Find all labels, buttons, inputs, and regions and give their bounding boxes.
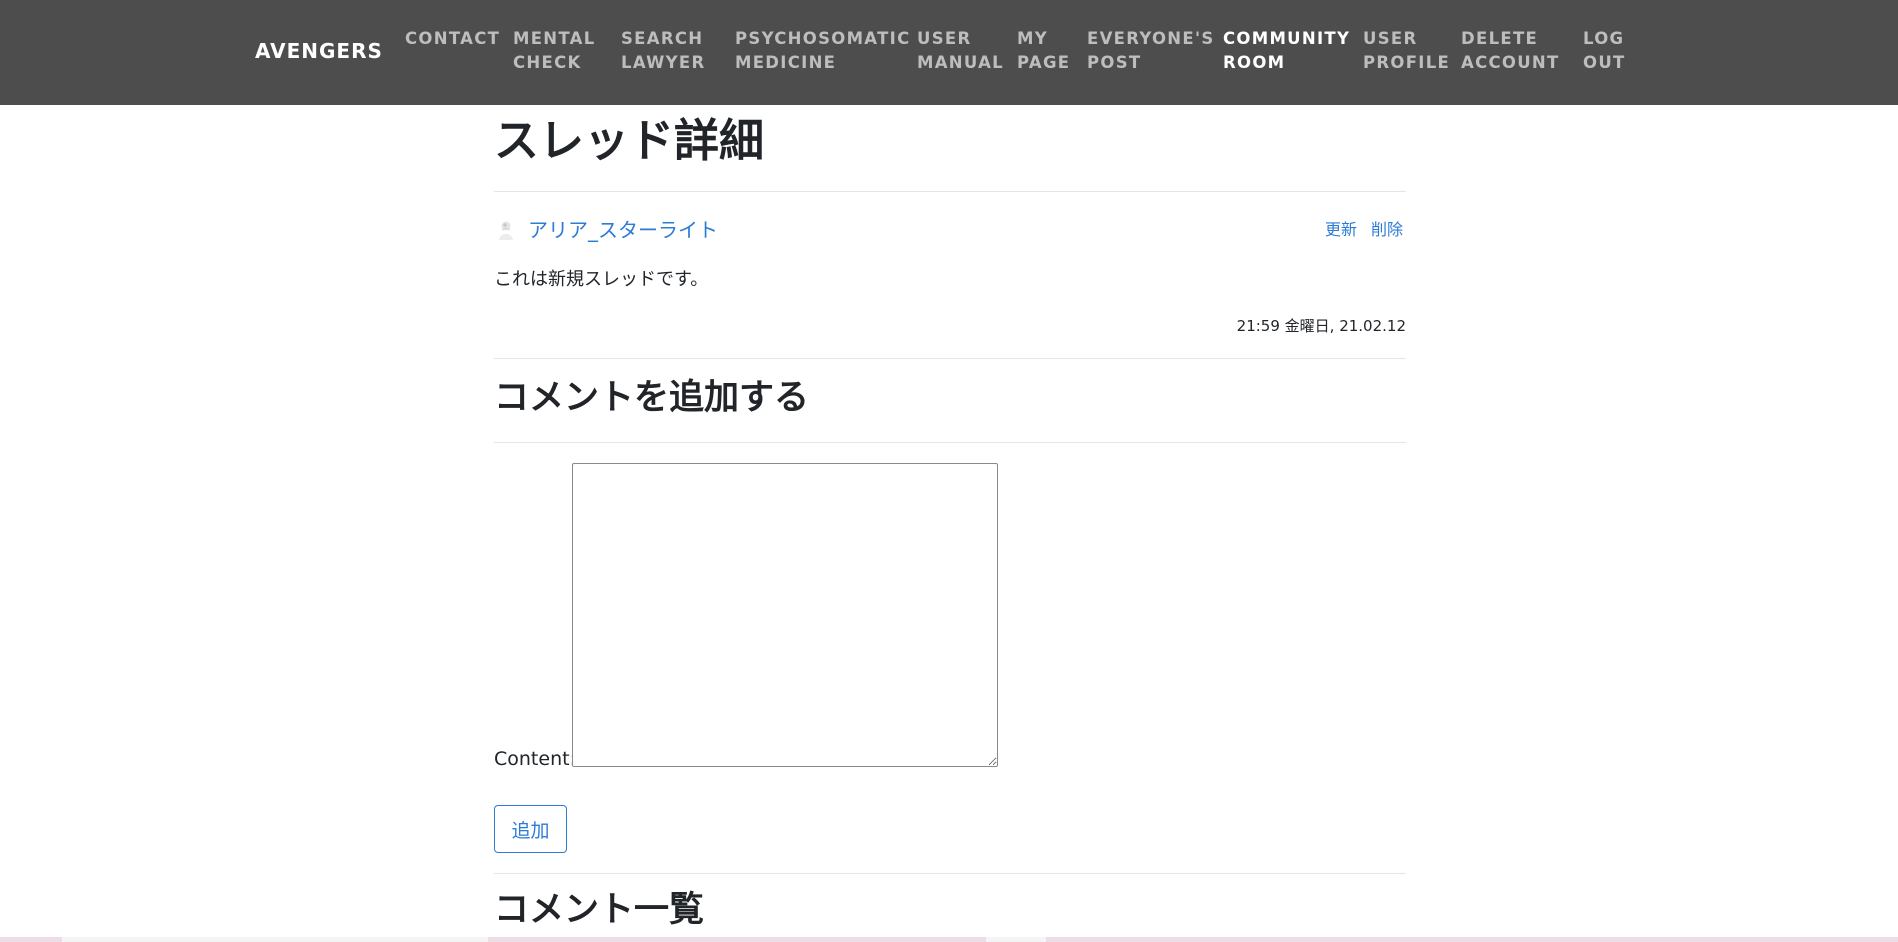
page-title: スレッド詳細: [494, 114, 765, 167]
divider: [494, 358, 1406, 359]
divider: [494, 873, 1406, 874]
nav-everyones-post[interactable]: EVERYONE'S POST: [1087, 27, 1215, 75]
thread-timestamp: 21:59 金曜日, 21.02.12: [1236, 317, 1406, 335]
bottom-decoration: [0, 937, 1898, 942]
delete-link[interactable]: 削除: [1371, 218, 1403, 242]
divider: [494, 442, 1406, 443]
top-navbar: AVENGERS CONTACT MENTAL CHECK SEARCH LAW…: [0, 0, 1898, 105]
nav-user-manual[interactable]: USER MANUAL: [917, 27, 1004, 75]
brand-logo[interactable]: AVENGERS: [255, 39, 383, 63]
nav-user-profile[interactable]: USER PROFILE: [1363, 27, 1450, 75]
strip-segment: [986, 937, 1046, 942]
strip-segment: [62, 937, 488, 942]
nav-contact[interactable]: CONTACT: [405, 27, 500, 51]
content-label: Content:: [494, 748, 576, 770]
avatar-icon: [499, 221, 513, 240]
comment-list-heading: コメント一覧: [494, 890, 705, 930]
add-comment-heading: コメントを追加する: [494, 378, 810, 418]
nav-mental-check[interactable]: MENTAL CHECK: [513, 27, 596, 75]
nav-log-out[interactable]: LOG OUT: [1583, 27, 1626, 75]
add-comment-button[interactable]: 追加: [494, 805, 567, 853]
nav-community-room[interactable]: COMMUNITY ROOM: [1223, 27, 1350, 75]
divider: [494, 191, 1406, 192]
nav-my-page[interactable]: MY PAGE: [1017, 27, 1070, 75]
nav-delete-account[interactable]: DELETE ACCOUNT: [1461, 27, 1560, 75]
content-textarea[interactable]: [572, 463, 998, 767]
thread-author-link[interactable]: アリア_スターライト: [528, 216, 718, 244]
nav-psychosomatic-medicine[interactable]: PSYCHOSOMATIC MEDICINE: [735, 27, 911, 75]
thread-body: これは新規スレッドです。: [494, 269, 709, 290]
nav-search-lawyer[interactable]: SEARCH LAWYER: [621, 27, 705, 75]
update-link[interactable]: 更新: [1325, 218, 1357, 242]
